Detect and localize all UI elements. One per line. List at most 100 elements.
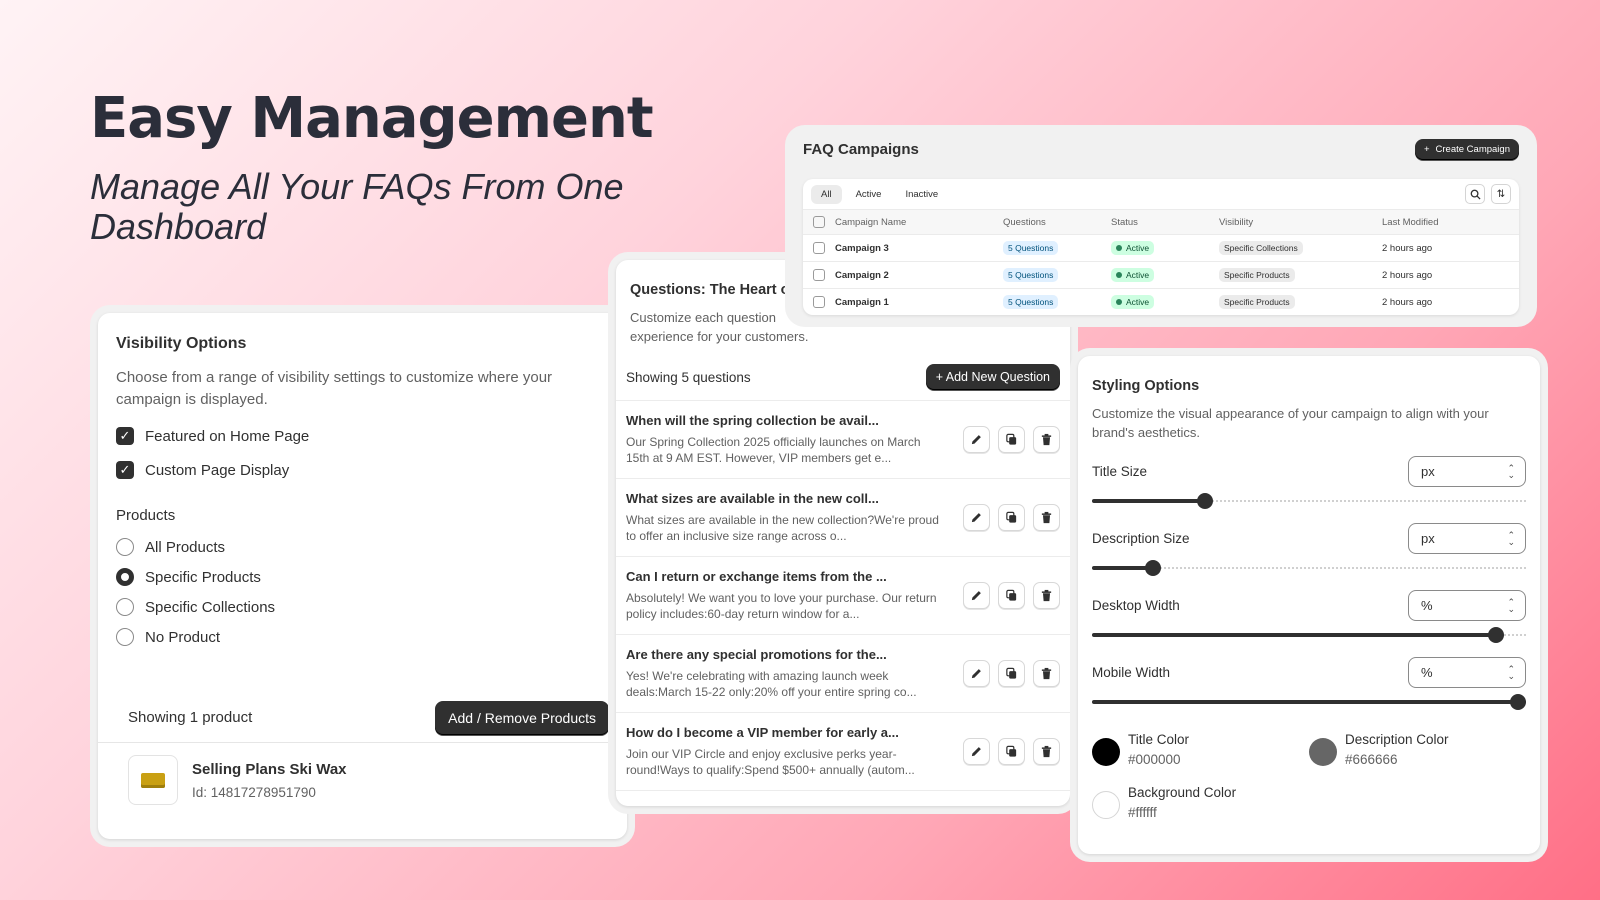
radio-all-products[interactable]: All Products [116, 538, 609, 556]
question-row[interactable]: Can I return or exchange items from the … [616, 557, 1070, 635]
radio-no-product[interactable]: No Product [116, 628, 609, 646]
radio-icon[interactable] [116, 628, 134, 646]
showing-products-count: Showing 1 product [128, 709, 253, 726]
tab-all[interactable]: All [811, 184, 842, 204]
questions-card: Questions: The Heart o Customize each qu… [616, 260, 1070, 806]
radio-specific-products[interactable]: Specific Products [116, 568, 609, 586]
campaigns-table: Campaign Name Questions Status Visibilit… [803, 209, 1519, 315]
delete-icon[interactable] [1033, 738, 1060, 765]
radio-icon[interactable] [116, 598, 134, 616]
question-preview: What sizes are available in the new coll… [626, 513, 939, 543]
range-slider[interactable] [1092, 493, 1526, 509]
question-row[interactable]: When will the spring collection be avail… [616, 401, 1070, 479]
slider-fill [1092, 633, 1496, 637]
checkmark-icon[interactable]: ✓ [116, 427, 134, 445]
edit-icon[interactable] [963, 738, 990, 765]
checkbox-featured-home[interactable]: ✓ Featured on Home Page [116, 427, 609, 445]
products-label: Products [116, 507, 176, 524]
duplicate-icon[interactable] [998, 738, 1025, 765]
color-swatch[interactable] [1092, 791, 1120, 819]
radio-selected-icon[interactable] [116, 568, 134, 586]
radio-label: No Product [145, 628, 221, 646]
question-preview: Our Spring Collection 2025 officially la… [626, 435, 921, 465]
slider-handle[interactable] [1196, 493, 1213, 509]
column-header[interactable]: Last Modified [1382, 209, 1519, 235]
row-checkbox[interactable] [813, 269, 825, 281]
duplicate-icon[interactable] [998, 504, 1025, 531]
hero: Easy Management Manage All Your FAQs Fro… [90, 86, 690, 247]
question-row[interactable]: How do I become a VIP member for early a… [616, 713, 1070, 791]
unit-select[interactable]: px ⌃ ⌄ [1408, 456, 1526, 487]
edit-icon[interactable] [963, 660, 990, 687]
unit-select[interactable]: px ⌃ ⌄ [1408, 523, 1526, 554]
visibility-cell: Specific Products [1219, 288, 1382, 315]
column-header[interactable]: Status [1111, 209, 1219, 235]
color-option[interactable]: Background Color #ffffff [1092, 785, 1309, 820]
chevron-up-down-icon: ⌃ ⌄ [1507, 462, 1515, 480]
duplicate-icon[interactable] [998, 582, 1025, 609]
column-header[interactable]: Questions [1003, 209, 1111, 235]
visibility-description: Choose from a range of visibility settin… [116, 369, 553, 408]
delete-icon[interactable] [1033, 504, 1060, 531]
table-row[interactable]: Campaign 15 Questions Active Specific Prod… [803, 288, 1519, 315]
color-text: Background Color #ffffff [1128, 785, 1236, 820]
campaign-name[interactable]: Campaign 1 [835, 288, 1003, 315]
tab-active[interactable]: Active [846, 185, 892, 204]
duplicate-icon[interactable] [998, 660, 1025, 687]
questions-cell: 5 Questions [1003, 234, 1111, 262]
add-new-question-button[interactable]: + Add New Question [925, 364, 1060, 390]
unit-select[interactable]: % ⌃ ⌄ [1408, 657, 1526, 688]
select-all-checkbox[interactable] [813, 216, 825, 228]
visibility-panel-frame: Visibility Options Choose from a range o… [90, 305, 635, 847]
color-options: Title Color #000000 Description Color #6666… [1092, 732, 1526, 820]
checkbox-custom-page[interactable]: ✓ Custom Page Display [116, 461, 609, 479]
delete-icon[interactable] [1033, 426, 1060, 453]
table-row[interactable]: Campaign 25 Questions Active Specific Prod… [803, 261, 1519, 289]
slider-handle[interactable] [1144, 560, 1161, 576]
status-cell: Active [1111, 234, 1219, 262]
radio-icon[interactable] [116, 538, 134, 556]
status-badge: Active [1111, 295, 1155, 309]
campaign-name[interactable]: Campaign 2 [835, 261, 1003, 289]
column-header[interactable]: Campaign Name [835, 209, 1003, 235]
question-row[interactable]: Are there any special promotions for the… [616, 635, 1070, 713]
table-row[interactable]: Campaign 35 Questions Active Specific Coll… [803, 234, 1519, 262]
color-name: Background Color [1128, 785, 1237, 800]
row-checkbox[interactable] [813, 242, 825, 254]
tab-inactive[interactable]: Inactive [895, 185, 948, 204]
slider-handle[interactable] [1487, 627, 1504, 643]
slider-handle[interactable] [1510, 694, 1526, 710]
question-row[interactable]: What sizes are available in the new coll… [616, 479, 1070, 557]
row-checkbox[interactable] [813, 296, 825, 308]
add-remove-products-button[interactable]: Add / Remove Products [435, 700, 609, 735]
create-campaign-label: Create Campaign [1435, 144, 1510, 155]
unit-select[interactable]: % ⌃ ⌄ [1408, 590, 1526, 621]
color-swatch[interactable] [1309, 738, 1337, 766]
styling-card: Styling Options Customize the visual app… [1078, 356, 1540, 854]
color-swatch[interactable] [1092, 738, 1120, 766]
range-slider[interactable] [1092, 560, 1526, 576]
sort-icon[interactable]: ⇅ [1491, 184, 1511, 204]
campaign-name[interactable]: Campaign 3 [835, 234, 1003, 262]
radio-label: All Products [145, 538, 226, 556]
color-option[interactable]: Description Color #666666 [1309, 732, 1526, 767]
edit-icon[interactable] [963, 426, 990, 453]
range-slider[interactable] [1092, 627, 1526, 643]
delete-icon[interactable] [1033, 660, 1060, 687]
edit-icon[interactable] [963, 504, 990, 531]
hero-subtitle: Manage All Your FAQs From One Dashboard [90, 166, 624, 247]
range-slider[interactable] [1092, 694, 1526, 710]
create-campaign-button[interactable]: + Create Campaign [1414, 139, 1519, 160]
product-item[interactable]: Selling Plans Ski Wax Id: 14817278951790 [128, 755, 347, 805]
radio-specific-collections[interactable]: Specific Collections [116, 598, 609, 616]
delete-icon[interactable] [1033, 582, 1060, 609]
duplicate-icon[interactable] [998, 426, 1025, 453]
radio-label: Specific Products [145, 568, 261, 586]
search-icon[interactable] [1465, 184, 1485, 204]
checkmark-icon[interactable]: ✓ [116, 461, 134, 479]
column-header[interactable]: Visibility [1219, 209, 1382, 235]
question-actions [963, 660, 1060, 687]
unit-value: % [1421, 665, 1433, 680]
color-option[interactable]: Title Color #000000 [1092, 732, 1309, 767]
edit-icon[interactable] [963, 582, 990, 609]
